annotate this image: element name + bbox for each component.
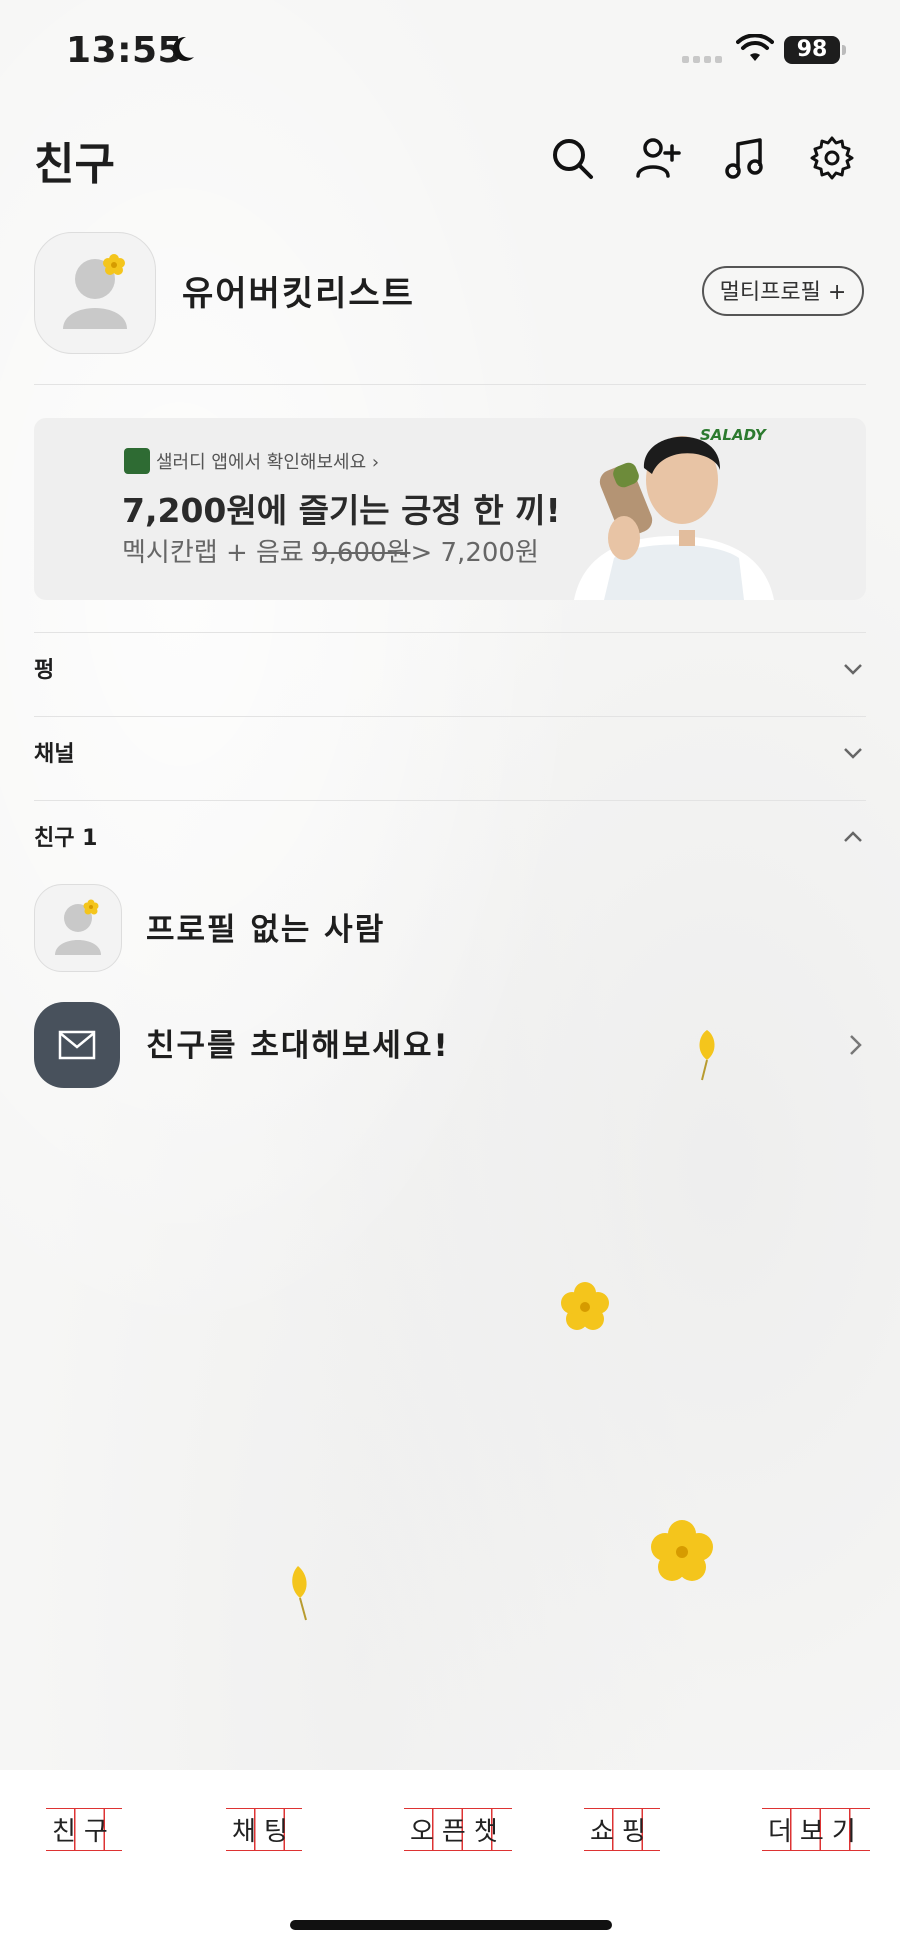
status-time: 13:55 bbox=[66, 30, 184, 71]
invite-button[interactable] bbox=[34, 1002, 120, 1088]
search-icon[interactable] bbox=[548, 134, 596, 182]
chevron-down-icon[interactable] bbox=[840, 740, 866, 766]
battery-tip bbox=[842, 45, 846, 55]
profile-name[interactable]: 유어버킷리스트 bbox=[182, 266, 415, 315]
chevron-down-icon[interactable] bbox=[840, 656, 866, 682]
music-icon[interactable] bbox=[722, 134, 770, 182]
flower-icon bbox=[83, 899, 99, 915]
ad-small-text: 샐러디 앱에서 확인해보세요 › bbox=[156, 452, 380, 473]
ad-headline: 7,200원에 즐기는 긍정 한 끼! bbox=[122, 491, 561, 530]
battery-icon: 98 bbox=[784, 36, 840, 64]
divider bbox=[34, 384, 866, 385]
flower-icon bbox=[103, 254, 125, 275]
tab-chats[interactable]: 채팅 bbox=[226, 1808, 302, 1851]
tab-friends[interactable]: 친구 bbox=[46, 1808, 122, 1851]
salady-logo-icon bbox=[124, 448, 150, 474]
flower-icon bbox=[651, 1520, 713, 1581]
ad-old-price: 9,600원 bbox=[312, 538, 411, 568]
default-avatar-icon bbox=[63, 254, 127, 329]
flower-icon bbox=[561, 1282, 609, 1330]
invite-label[interactable]: 친구를 초대해보세요! bbox=[146, 1020, 450, 1065]
home-indicator bbox=[290, 1920, 612, 1930]
divider bbox=[34, 716, 866, 717]
tab-shopping[interactable]: 쇼핑 bbox=[584, 1808, 660, 1851]
ad-sub-prefix: 멕시칸랩 + 음료 bbox=[122, 538, 313, 568]
tab-openchat[interactable]: 오픈챗 bbox=[404, 1808, 512, 1851]
signal-icon bbox=[682, 56, 722, 63]
settings-icon[interactable] bbox=[808, 134, 856, 182]
moon-icon bbox=[173, 36, 194, 61]
friend-name[interactable]: 프로필 없는 사람 bbox=[146, 904, 385, 949]
default-avatar-icon bbox=[55, 899, 101, 955]
section-header-channel[interactable]: 채널 bbox=[34, 736, 74, 768]
friend-avatar[interactable] bbox=[34, 884, 122, 972]
chevron-right-icon[interactable] bbox=[846, 1032, 866, 1058]
divider bbox=[34, 632, 866, 633]
my-avatar[interactable] bbox=[34, 232, 156, 354]
wifi-icon bbox=[736, 34, 774, 61]
section-header-friends[interactable]: 친구 1 bbox=[34, 820, 97, 852]
ad-banner[interactable]: 샐러디 앱에서 확인해보세요 › 7,200원에 즐기는 긍정 한 끼! 멕시칸… bbox=[34, 418, 866, 600]
multi-profile-button[interactable]: 멀티프로필 + bbox=[702, 266, 864, 316]
flower-bud-icon bbox=[699, 1030, 715, 1081]
section-header-pung[interactable]: 펑 bbox=[34, 652, 54, 684]
ad-subtext: 멕시칸랩 + 음료 9,600원> 7,200원 bbox=[122, 532, 539, 569]
divider bbox=[34, 800, 866, 801]
ad-model-photo bbox=[574, 436, 774, 600]
ad-new-price: > 7,200원 bbox=[410, 538, 539, 568]
add-friend-icon[interactable] bbox=[634, 134, 682, 182]
tab-more[interactable]: 더보기 bbox=[762, 1808, 870, 1851]
flower-bud-icon bbox=[292, 1566, 307, 1621]
chevron-up-icon[interactable] bbox=[840, 824, 866, 850]
page-title: 친구 bbox=[34, 139, 115, 190]
mail-icon bbox=[58, 1030, 96, 1060]
